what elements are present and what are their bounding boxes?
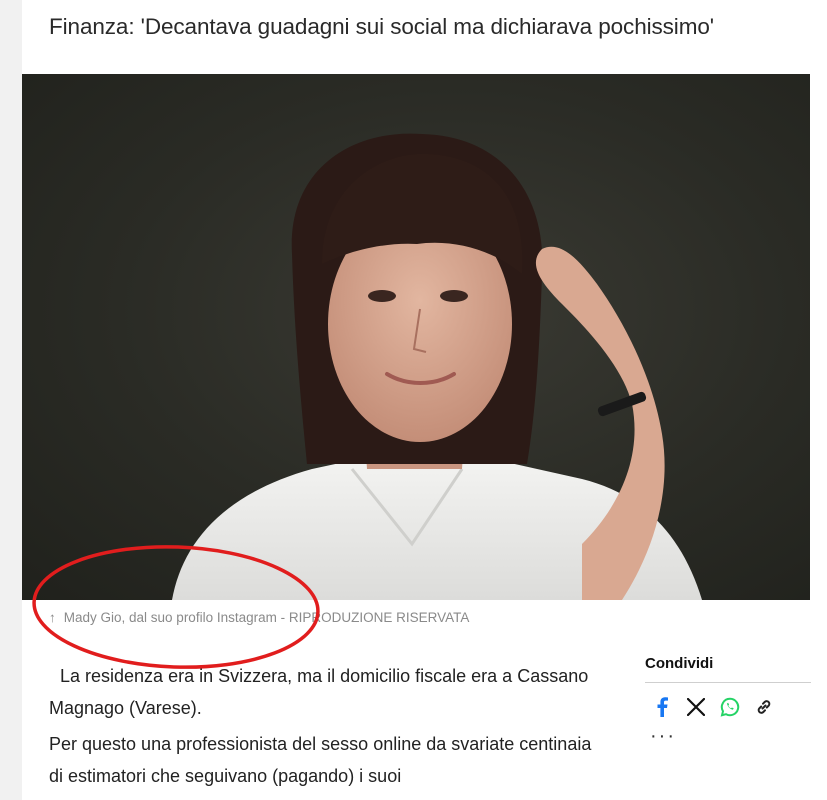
arrow-up-icon: ↑	[49, 610, 56, 625]
x-icon[interactable]	[686, 697, 706, 717]
paragraph-1: La residenza era in Svizzera, ma il domi…	[49, 666, 589, 718]
article-photo[interactable]	[22, 74, 810, 600]
whatsapp-icon[interactable]	[720, 697, 740, 717]
article-headline: Finanza: 'Decantava guadagni sui social …	[49, 14, 714, 39]
left-border	[0, 0, 22, 800]
photo-caption: ↑ Mady Gio, dal suo profilo Instagram - R…	[49, 610, 469, 625]
share-icons	[645, 697, 811, 717]
photo-illustration	[172, 133, 702, 600]
facebook-icon[interactable]	[652, 697, 672, 717]
paragraph-2: Per questo una professionista del sesso …	[49, 734, 592, 786]
caption-text: Mady Gio, dal suo profilo Instagram - RI…	[63, 610, 470, 625]
more-share-button[interactable]: ···	[645, 725, 811, 748]
link-icon[interactable]	[754, 697, 774, 717]
share-panel: Condividi ···	[645, 655, 811, 748]
article-body: La residenza era in Svizzera, ma il domi…	[49, 660, 609, 796]
share-title: Condividi	[645, 655, 811, 683]
